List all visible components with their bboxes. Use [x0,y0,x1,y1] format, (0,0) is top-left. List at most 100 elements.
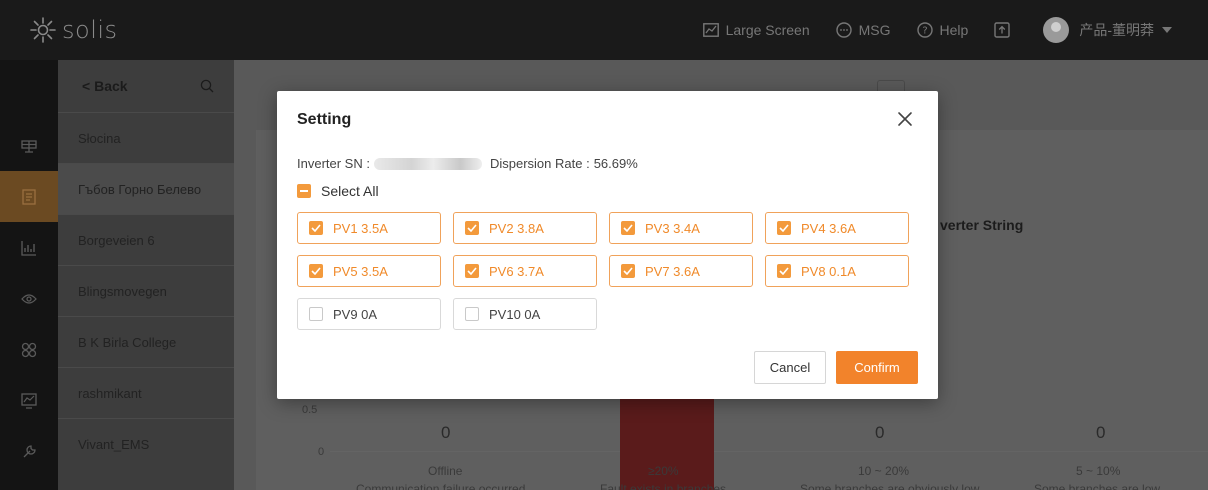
eye-icon [21,293,37,304]
pv-string-checkbox[interactable]: PV5 3.5A [297,255,441,287]
x-caption: Some branches are obviously low [800,482,980,490]
user-name[interactable]: 产品-董明莽 [1079,20,1154,40]
select-all-label: Select All [321,183,379,199]
sun-logo-icon [30,17,56,43]
pv-string-label: PV9 0A [333,306,378,322]
unchecked-checkbox-icon [309,307,323,321]
pv-string-checkbox[interactable]: PV10 0A [453,298,597,330]
rail-item-screen[interactable] [0,375,58,426]
checked-checkbox-icon [621,264,635,278]
rail-item-documents[interactable] [0,171,58,222]
bar-value: 0 [441,423,451,442]
x-category: Offline [428,464,463,478]
upload-icon [994,22,1011,38]
plant-list-item[interactable]: Borgeveien 6 [58,214,234,265]
monitor-chart-icon [702,23,719,37]
x-caption: Communication failure occurred [356,482,526,490]
inverter-sn-masked [373,157,482,170]
unchecked-checkbox-icon [465,307,479,321]
close-icon[interactable] [894,108,916,130]
plant-list-item[interactable]: rashmikant [58,367,234,418]
icon-rail [0,60,58,490]
dispersion-rate-value: 56.69% [593,156,638,171]
checked-checkbox-icon [465,221,479,235]
pv-string-label: PV4 3.6A [801,220,856,236]
grid-icon [21,342,37,357]
pv-string-label: PV10 0A [489,306,541,322]
plant-icon [21,139,37,153]
pv-string-checkbox[interactable]: PV6 3.7A [453,255,597,287]
pv-string-label: PV6 3.7A [489,263,544,279]
pv-string-checkbox[interactable]: PV9 0A [297,298,441,330]
plant-list-item[interactable]: Гъбов Горно Белево [58,163,234,214]
rail-item-monitor[interactable] [0,273,58,324]
chevron-down-icon[interactable] [1162,27,1172,33]
help-link[interactable]: ? Help [916,22,969,38]
x-category: 5 ~ 10% [1076,464,1121,478]
pv-string-label: PV5 3.5A [333,263,388,279]
pv-string-checkbox[interactable]: PV7 3.6A [609,255,753,287]
help-label: Help [939,22,969,38]
x-category: ≥20% [648,464,679,478]
brand-name: solis [62,16,118,44]
dialog-title: Setting [297,111,352,128]
inverter-info: Inverter SN : Dispersion Rate : 56.69% [297,156,638,171]
back-button[interactable]: < Back [82,78,128,94]
pv-string-checkbox[interactable]: PV3 3.4A [609,212,753,244]
x-axis-line [330,451,1208,452]
top-bar: solis Large Screen MSG ? Help 产品-董明莽 [0,0,1208,60]
y-tick: 0.5 [302,404,318,416]
pv-string-label: PV8 0.1A [801,263,856,279]
search-icon[interactable] [200,79,214,93]
plant-list: < Back Słocina Гъбов Горно Белево Borgev… [58,60,234,490]
rail-item-apps[interactable] [0,324,58,375]
rail-item-analytics[interactable] [0,222,58,273]
pv-string-checkbox[interactable]: PV4 3.6A [765,212,909,244]
pv-string-checkbox[interactable]: PV2 3.8A [453,212,597,244]
confirm-button[interactable]: Confirm [836,351,918,384]
upload-button[interactable] [994,22,1017,38]
chart-title: verter String [940,217,1024,233]
back-label: Back [94,78,128,94]
plant-list-item[interactable]: B K Birla College [58,316,234,367]
rail-item-plants[interactable] [0,120,58,171]
msg-link[interactable]: MSG [835,22,891,38]
x-caption: Some branches are low [1034,482,1161,490]
avatar[interactable] [1043,17,1070,43]
checked-checkbox-icon [621,221,635,235]
checked-checkbox-icon [465,264,479,278]
plant-list-item[interactable]: Blingsmovegen [58,265,234,316]
x-caption: Fault exists in branches [600,482,727,490]
plant-list-item[interactable]: Słocina [58,112,234,163]
svg-text:?: ? [922,26,927,37]
plant-list-header: < Back [58,60,234,112]
checked-checkbox-icon [777,221,791,235]
large-screen-label: Large Screen [725,22,810,38]
checked-checkbox-icon [309,221,323,235]
bar-value: 0 [1096,423,1106,442]
large-screen-link[interactable]: Large Screen [702,22,810,38]
monitor-icon [21,392,37,409]
msg-label: MSG [858,22,891,38]
pv-string-label: PV1 3.5A [333,220,388,236]
setting-dialog: Setting Inverter SN : Dispersion Rate : … [277,91,938,399]
indeterminate-checkbox-icon [297,184,311,198]
x-category: 10 ~ 20% [858,464,910,478]
message-icon [835,22,852,38]
document-icon [22,188,36,205]
plant-list-item[interactable]: Vivant_EMS [58,418,234,469]
pv-string-checkbox[interactable]: PV8 0.1A [765,255,909,287]
top-nav: Large Screen MSG ? Help 产品-董明莽 [702,0,1208,60]
cancel-button[interactable]: Cancel [754,351,826,384]
inverter-sn-label: Inverter SN : [297,156,370,171]
logo[interactable]: solis [0,0,240,60]
pv-string-checkbox[interactable]: PV1 3.5A [297,212,441,244]
y-tick: 0 [318,446,325,458]
checked-checkbox-icon [309,264,323,278]
dispersion-rate-label: Dispersion Rate : [489,156,590,171]
select-all-checkbox[interactable]: Select All [297,183,379,199]
rail-item-tools[interactable] [0,426,58,477]
pv-string-label: PV7 3.6A [645,263,700,279]
tools-icon [23,444,36,457]
chart-icon [21,240,36,256]
